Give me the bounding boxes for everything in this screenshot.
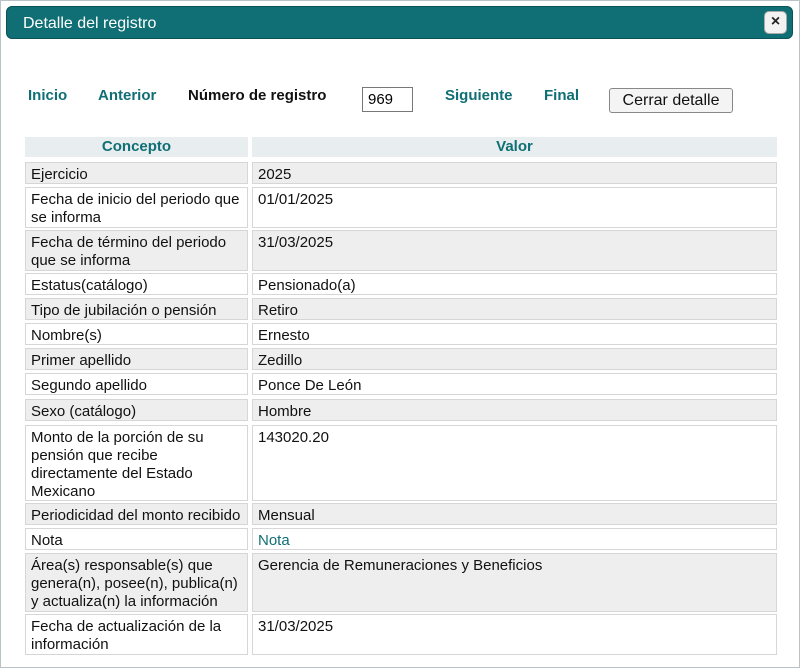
nav-next-link[interactable]: Siguiente (445, 87, 513, 104)
row-valor: Mensual (252, 503, 777, 525)
row-valor: Nota (252, 528, 777, 550)
row-concepto: Nombre(s) (25, 323, 248, 345)
row-valor: 31/03/2025 (252, 230, 777, 271)
row-concepto: Fecha de actualización de la información (25, 614, 248, 655)
row-valor: 143020.20 (252, 425, 777, 501)
row-concepto: Fecha de inicio del periodo que se infor… (25, 187, 248, 228)
close-icon[interactable]: × (764, 11, 787, 34)
row-valor: Retiro (252, 298, 777, 320)
row-valor: Ernesto (252, 323, 777, 345)
row-valor: Zedillo (252, 348, 777, 370)
row-concepto: Estatus(catálogo) (25, 273, 248, 295)
row-concepto: Periodicidad del monto recibido (25, 503, 248, 525)
row-concepto: Primer apellido (25, 348, 248, 370)
row-valor: Pensionado(a) (252, 273, 777, 295)
record-detail-dialog: Detalle del registro × Inicio Anterior N… (0, 0, 800, 668)
record-number-input[interactable] (362, 87, 413, 112)
row-valor: 01/01/2025 (252, 187, 777, 228)
row-valor: 31/03/2025 (252, 614, 777, 655)
column-header-valor: Valor (252, 137, 777, 157)
close-detail-button[interactable]: Cerrar detalle (609, 88, 733, 113)
row-concepto: Sexo (catálogo) (25, 399, 248, 421)
dialog-title: Detalle del registro (23, 15, 157, 32)
row-concepto: Tipo de jubilación o pensión (25, 298, 248, 320)
nav-first-link[interactable]: Inicio (28, 87, 67, 104)
row-concepto: Ejercicio (25, 162, 248, 184)
row-valor: Hombre (252, 399, 777, 421)
row-concepto: Segundo apellido (25, 373, 248, 395)
dialog-titlebar: Detalle del registro × (6, 6, 793, 39)
row-concepto: Área(s) responsable(s) que genera(n), po… (25, 553, 248, 612)
nav-previous-link[interactable]: Anterior (98, 87, 156, 104)
record-number-label: Número de registro (188, 87, 327, 104)
row-concepto: Nota (25, 528, 248, 550)
row-valor: Ponce De León (252, 373, 777, 395)
row-valor: Gerencia de Remuneraciones y Beneficios (252, 553, 777, 612)
note-link[interactable]: Nota (258, 532, 290, 549)
row-concepto: Fecha de término del periodo que se info… (25, 230, 248, 271)
nav-last-link[interactable]: Final (544, 87, 579, 104)
row-valor: 2025 (252, 162, 777, 184)
row-concepto: Monto de la porción de su pensión que re… (25, 425, 248, 501)
column-header-concepto: Concepto (25, 137, 248, 157)
